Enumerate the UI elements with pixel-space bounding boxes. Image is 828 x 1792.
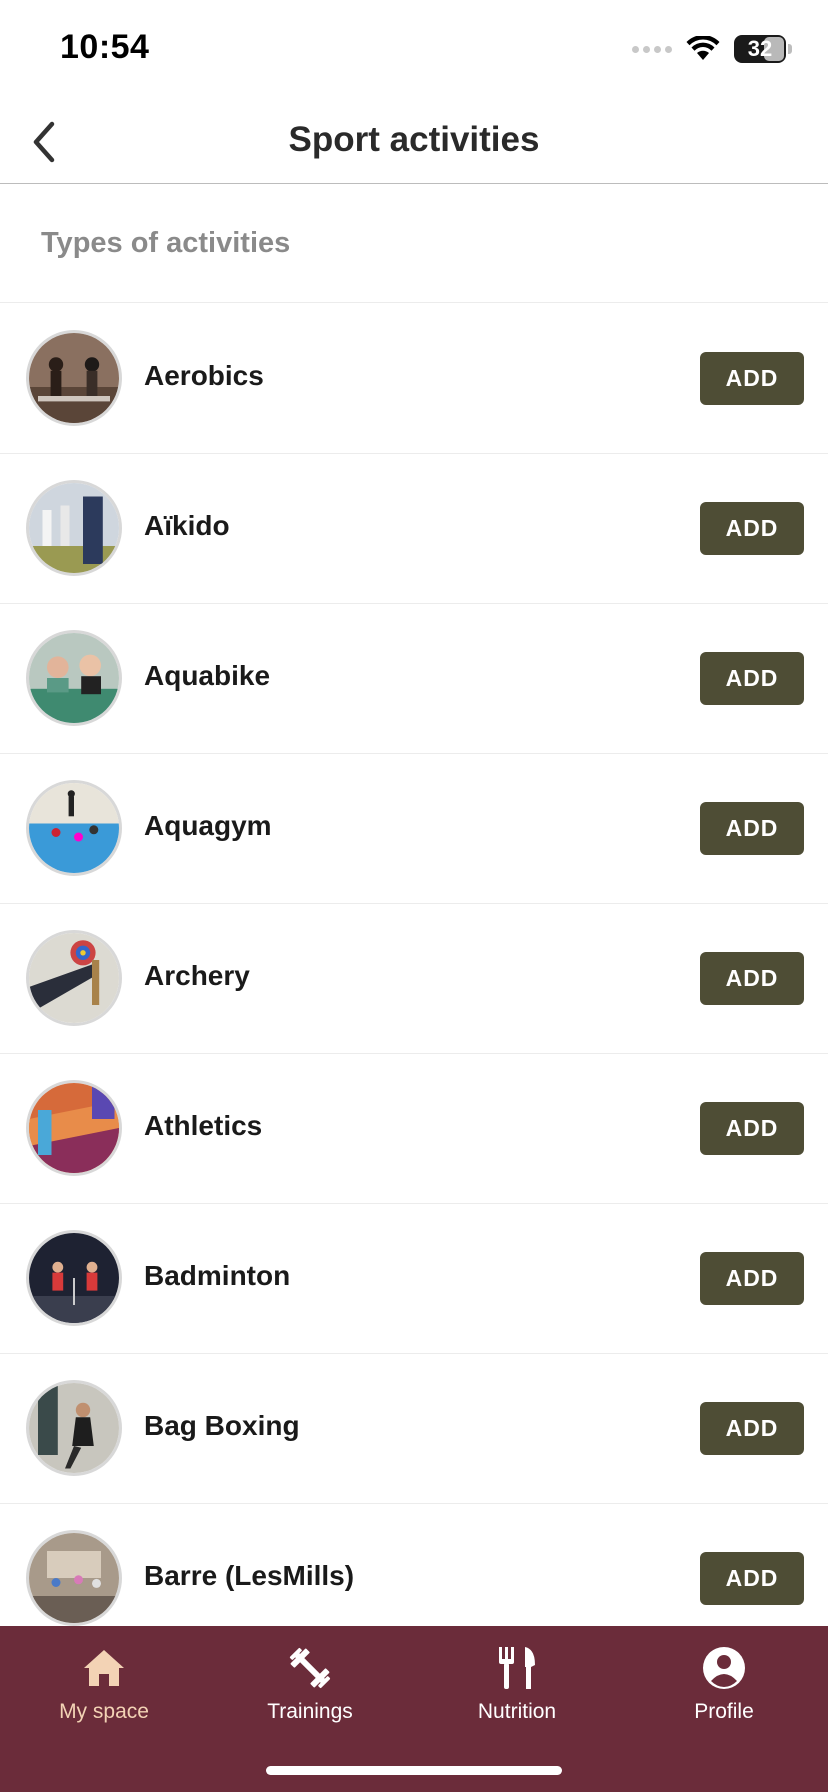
activity-thumbnail: [26, 1380, 122, 1476]
add-button[interactable]: ADD: [700, 652, 804, 705]
list-item[interactable]: Aerobics ADD: [0, 304, 828, 454]
fork-knife-icon: [493, 1644, 541, 1692]
activity-thumbnail: [26, 1080, 122, 1176]
add-button[interactable]: ADD: [700, 1252, 804, 1305]
tab-label: Trainings: [267, 1700, 353, 1723]
section-header: Types of activities: [0, 185, 828, 303]
nav-header: Sport activities: [0, 100, 828, 184]
list-item[interactable]: Athletics ADD: [0, 1054, 828, 1204]
page-title: Sport activities: [288, 120, 540, 159]
activity-name: Bag Boxing: [144, 1410, 300, 1441]
battery-level: 32: [747, 36, 773, 61]
tab-label: My space: [59, 1700, 149, 1723]
battery-icon: 32: [734, 35, 786, 63]
activity-name: Aïkido: [144, 510, 230, 541]
list-item[interactable]: Bag Boxing ADD: [0, 1354, 828, 1504]
status-time: 10:54: [60, 28, 150, 66]
activity-thumbnail: [26, 480, 122, 576]
tab-trainings[interactable]: Trainings: [220, 1644, 400, 1734]
tab-label: Nutrition: [477, 1700, 557, 1723]
activity-name: Barre (LesMills): [144, 1560, 355, 1591]
activity-name: Aquabike: [144, 660, 271, 691]
home-indicator: [266, 1766, 562, 1775]
dumbbell-icon: [286, 1644, 334, 1692]
list-item[interactable]: Aquagym ADD: [0, 754, 828, 904]
tab-nutrition[interactable]: Nutrition: [427, 1644, 607, 1734]
activity-thumbnail: [26, 630, 122, 726]
add-button[interactable]: ADD: [700, 502, 804, 555]
activity-name: Badminton: [144, 1260, 291, 1291]
activity-name: Aerobics: [144, 360, 264, 391]
status-indicators: 32: [632, 34, 792, 64]
cellular-signal-icon: [632, 45, 672, 53]
activity-thumbnail: [26, 930, 122, 1026]
section-title: Types of activities: [41, 227, 291, 259]
add-button[interactable]: ADD: [700, 952, 804, 1005]
activity-thumbnail: [26, 330, 122, 426]
list-item[interactable]: Aïkido ADD: [0, 454, 828, 604]
activity-thumbnail: [26, 1530, 122, 1626]
add-button[interactable]: ADD: [700, 352, 804, 405]
list-item[interactable]: Badminton ADD: [0, 1204, 828, 1354]
activity-name: Aquagym: [144, 810, 272, 841]
list-item[interactable]: Aquabike ADD: [0, 604, 828, 754]
add-button[interactable]: ADD: [700, 1402, 804, 1455]
wifi-icon: [686, 36, 720, 60]
add-button[interactable]: ADD: [700, 1552, 804, 1605]
battery-cap: [788, 44, 792, 54]
add-button[interactable]: ADD: [700, 802, 804, 855]
profile-icon: [700, 1644, 748, 1692]
activity-thumbnail: [26, 780, 122, 876]
tab-my-space[interactable]: My space: [14, 1644, 194, 1734]
tab-label: Profile: [694, 1700, 754, 1723]
status-bar: 10:54 32: [0, 0, 828, 100]
activity-name: Athletics: [144, 1110, 263, 1141]
activity-thumbnail: [26, 1230, 122, 1326]
activity-name: Archery: [144, 960, 250, 991]
add-button[interactable]: ADD: [700, 1102, 804, 1155]
home-icon: [80, 1644, 128, 1692]
list-item[interactable]: Barre (LesMills) ADD: [0, 1504, 828, 1626]
tab-profile[interactable]: Profile: [634, 1644, 814, 1734]
bottom-tab-bar: My space Trainings Nutrition Profile: [0, 1626, 828, 1792]
list-item[interactable]: Archery ADD: [0, 904, 828, 1054]
activity-list[interactable]: Aerobics ADD Aïkido ADD Aquabike ADD Aqu…: [0, 304, 828, 1626]
